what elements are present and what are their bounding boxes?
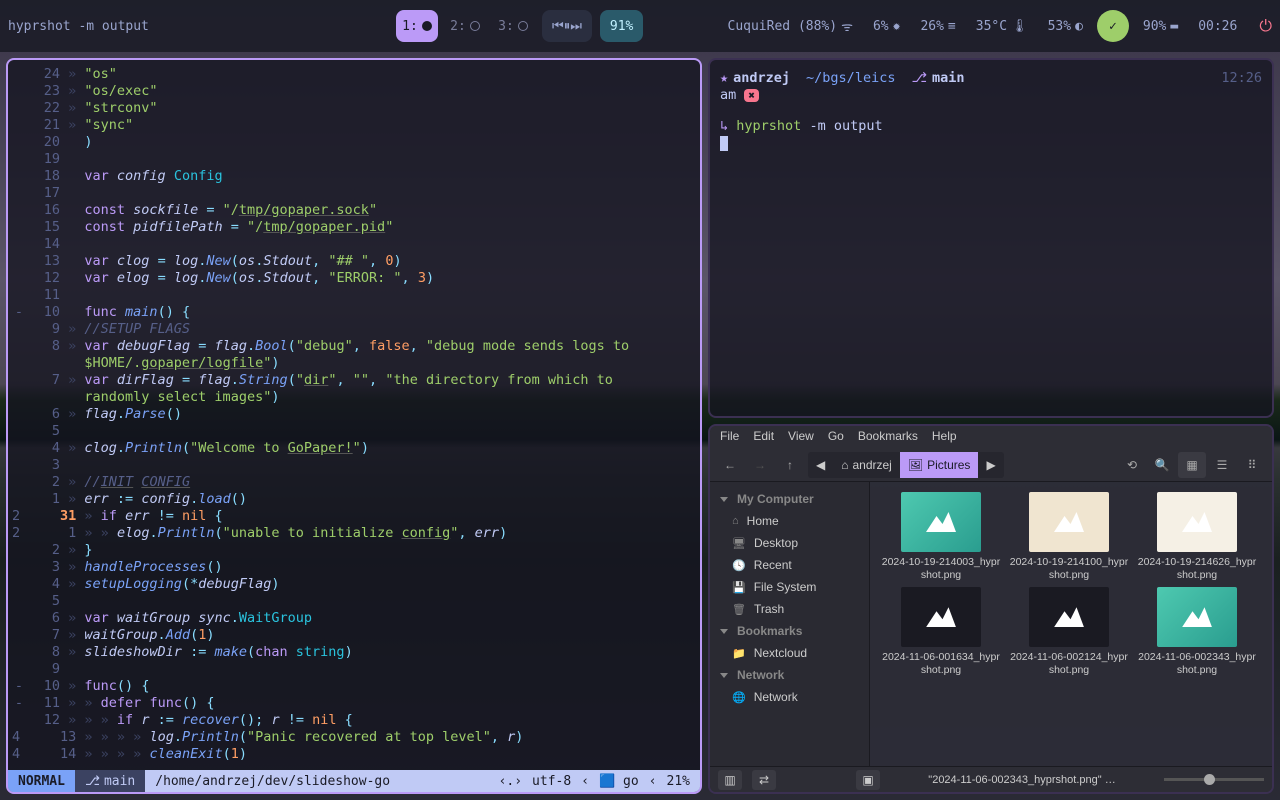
git-branch: ⎇main: [75, 770, 145, 792]
path-next-button[interactable]: ▶: [978, 452, 1003, 478]
prompt-branch: main: [932, 70, 965, 87]
memory-icon: ≡: [948, 19, 956, 34]
filetype: 🟦 go: [599, 774, 639, 789]
fm-sidebar: My Computer ⌂Home🖥Desktop🕓Recent💾File Sy…: [710, 482, 870, 766]
prompt-arrow-icon: ↳: [720, 118, 728, 134]
list-view-button[interactable]: ☰: [1208, 452, 1236, 478]
sidebar-item-network[interactable]: 🌐Network: [710, 686, 869, 708]
workspace-3[interactable]: 3:: [492, 10, 534, 42]
sidebar-toggle-button[interactable]: ▥: [718, 770, 742, 790]
clock-widget[interactable]: 00:26: [1192, 19, 1243, 34]
file-item[interactable]: 2024-11-06-002343_hyprshot.png: [1136, 587, 1258, 676]
prompt: ★ andrzej ~/bgs/leics ⎇ main 12:26: [720, 70, 1262, 87]
disk-icon: ◐: [1075, 19, 1083, 34]
icon-view-button[interactable]: ▦: [1178, 452, 1206, 478]
compact-view-button[interactable]: ⠿: [1238, 452, 1266, 478]
menu-file[interactable]: File: [720, 429, 739, 445]
scroll-percent: 21%: [667, 774, 690, 789]
file-path: /home/andrzej/dev/slideshow-go: [145, 774, 488, 789]
window-title: hyprshot -m output: [8, 19, 388, 34]
file-item[interactable]: 2024-11-06-001634_hyprshot.png: [880, 587, 1002, 676]
last-status: am ✖: [720, 87, 1262, 104]
tree-toggle-button[interactable]: ⇄: [752, 770, 776, 790]
status-bar: hyprshot -m output 1:2:3: ⏮⏸⏭ 91% CuquiR…: [0, 0, 1280, 52]
thermometer-icon: 🌡: [1011, 19, 1028, 34]
media-indicator[interactable]: ⏮⏸⏭: [542, 10, 592, 42]
encoding: utf-8: [532, 774, 571, 789]
menu-go[interactable]: Go: [828, 429, 844, 445]
path-seg-home[interactable]: ⌂andrzej: [833, 452, 900, 478]
branch-icon: ⎇: [85, 774, 100, 789]
sidebar-item-desktop[interactable]: 🖥Desktop: [710, 532, 869, 554]
error-badge: ✖: [744, 89, 759, 102]
wifi-icon: ᯤ: [841, 17, 853, 35]
disk-widget: 53% ◐: [1042, 19, 1089, 34]
prompt-cwd: ~/bgs/leics: [806, 70, 895, 87]
sidebar-item-home[interactable]: ⌂Home: [710, 510, 869, 532]
prompt-time: 12:26: [1221, 70, 1262, 87]
workspace-switcher: 1:2:3:: [396, 10, 534, 42]
sidebar-bookmarks-header[interactable]: Bookmarks: [710, 620, 869, 642]
nav-forward-button: →: [746, 452, 774, 478]
fm-menubar[interactable]: File Edit View Go Bookmarks Help: [710, 426, 1272, 448]
nav-back-button[interactable]: ←: [716, 452, 744, 478]
editor-window[interactable]: 24 » "os" 23 » "os/exec" 22 » "strconv" …: [6, 58, 702, 794]
fm-statusbar: ▥ ⇄ ▣ "2024-11-06-002343_hyprshot.png" …: [710, 766, 1272, 792]
editor-statusline: NORMAL ⎇main /home/andrzej/dev/slideshow…: [8, 770, 700, 792]
git-icon: ⎇: [911, 70, 927, 87]
menu-help[interactable]: Help: [932, 429, 957, 445]
updates-widget[interactable]: 91%: [600, 10, 643, 42]
workspace-1[interactable]: 1:: [396, 10, 438, 42]
power-button[interactable]: ⏻: [1251, 16, 1272, 36]
menu-edit[interactable]: Edit: [753, 429, 774, 445]
star-icon: ★: [720, 70, 728, 87]
path-prev-button[interactable]: ◀: [808, 452, 833, 478]
code-area[interactable]: 24 » "os" 23 » "os/exec" 22 » "strconv" …: [8, 60, 700, 770]
command-line[interactable]: ↳ hyprshot -m output: [720, 118, 1262, 135]
cpu-widget: 6% ✹: [867, 19, 906, 34]
file-manager-window[interactable]: File Edit View Go Bookmarks Help ← → ↑ ◀ ⌂and…: [708, 424, 1274, 794]
menu-bookmarks[interactable]: Bookmarks: [858, 429, 918, 445]
file-item[interactable]: 2024-11-06-002124_hyprshot.png: [1008, 587, 1130, 676]
sidebar-computer-header[interactable]: My Computer: [710, 488, 869, 510]
picture-icon: 🖼: [908, 458, 923, 472]
sidebar-item-nextcloud[interactable]: 📁Nextcloud: [710, 642, 869, 664]
vim-mode: NORMAL: [8, 770, 75, 792]
sidebar-item-recent[interactable]: 🕓Recent: [710, 554, 869, 576]
path-seg-current[interactable]: 🖼Pictures: [900, 452, 979, 478]
terminal-toggle-button[interactable]: ▣: [856, 770, 880, 790]
home-icon: ⌂: [841, 458, 848, 472]
sidebar-network-header[interactable]: Network: [710, 664, 869, 686]
file-item[interactable]: 2024-10-19-214003_hyprshot.png: [880, 492, 1002, 581]
sidebar-item-trash[interactable]: 🗑Trash: [710, 598, 869, 620]
selection-status: "2024-11-06-002343_hyprshot.png" …: [890, 774, 1154, 786]
search-button[interactable]: 🔍: [1148, 452, 1176, 478]
fm-toolbar: ← → ↑ ◀ ⌂andrzej 🖼Pictures ▶ ⟲ 🔍 ▦ ☰ ⠿: [710, 448, 1272, 482]
sidebar-item-file-system[interactable]: 💾File System: [710, 576, 869, 598]
temp-widget: 35°C 🌡: [970, 19, 1034, 34]
nav-up-button[interactable]: ↑: [776, 452, 804, 478]
file-item[interactable]: 2024-10-19-214626_hyprshot.png: [1136, 492, 1258, 581]
terminal-window[interactable]: ★ andrzej ~/bgs/leics ⎇ main 12:26 am ✖ ↳ …: [708, 58, 1274, 418]
modified-indicator: ‹.›: [499, 774, 522, 789]
path-bar[interactable]: ◀ ⌂andrzej 🖼Pictures ▶: [808, 452, 1004, 478]
status-ok-icon: ✓: [1097, 10, 1129, 42]
reload-button[interactable]: ⟲: [1118, 452, 1146, 478]
zoom-slider[interactable]: [1164, 778, 1264, 781]
battery-widget: 90% ▬: [1137, 19, 1184, 34]
terminal-cursor: [720, 136, 728, 151]
memory-widget: 26% ≡: [914, 19, 961, 34]
wifi-widget[interactable]: CuquiRed (88%) ᯤ: [722, 17, 859, 35]
battery-icon: ▬: [1170, 19, 1178, 34]
fm-file-grid[interactable]: 2024-10-19-214003_hyprshot.png2024-10-19…: [870, 482, 1272, 766]
menu-view[interactable]: View: [788, 429, 814, 445]
workspace-2[interactable]: 2:: [444, 10, 486, 42]
prompt-user: andrzej: [733, 70, 790, 87]
file-item[interactable]: 2024-10-19-214100_hyprshot.png: [1008, 492, 1130, 581]
cpu-icon: ✹: [893, 19, 901, 34]
